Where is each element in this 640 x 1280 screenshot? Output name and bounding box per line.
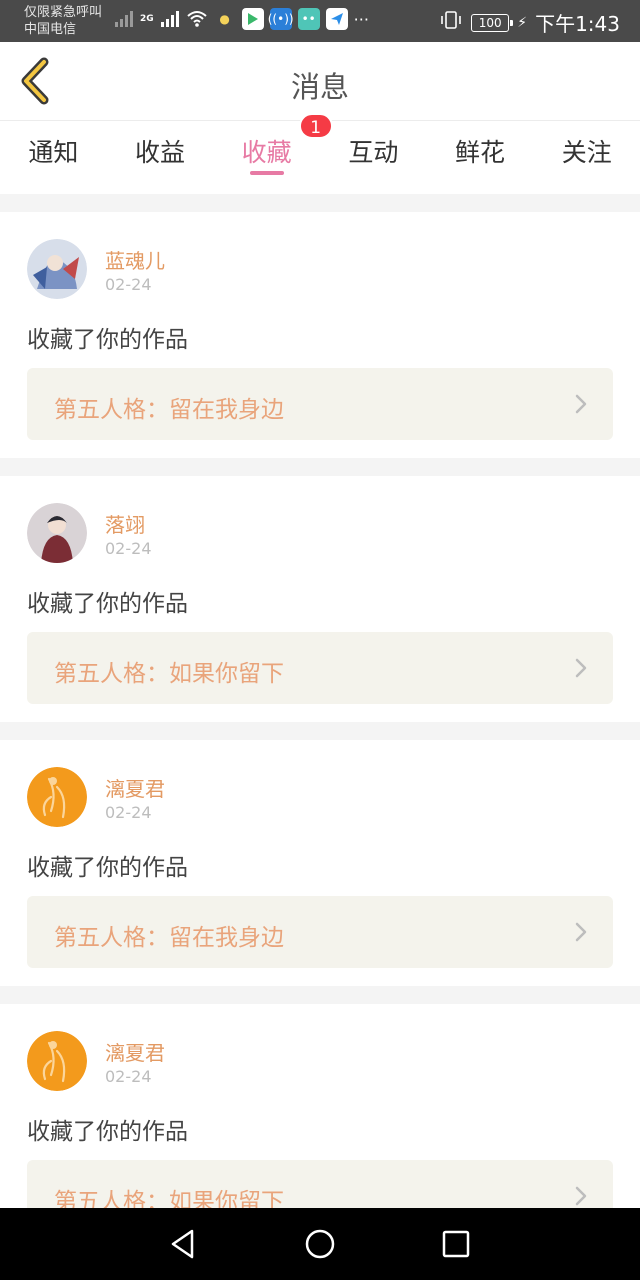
nav-back-button[interactable] (164, 1224, 204, 1264)
avatar[interactable] (27, 503, 87, 563)
emergency-only-text: 仅限紧急呼叫 (24, 5, 103, 20)
chevron-right-icon (575, 658, 587, 678)
active-tab-indicator (249, 171, 284, 175)
avatar[interactable] (27, 767, 87, 827)
username[interactable]: 蓝魂儿 (105, 245, 165, 274)
chevron-right-icon (575, 922, 587, 942)
carrier-info: 仅限紧急呼叫 中国电信 (24, 4, 102, 38)
list-item: 落翊 02-24 收藏了你的作品 第五人格：如果你留下 (0, 476, 640, 722)
wifi-icon (186, 10, 208, 28)
lightbulb-app-icon: ● (219, 12, 230, 26)
action-text: 收藏了你的作品 (27, 591, 188, 617)
list-item: 漓夏君 02-24 收藏了你的作品 第五人格：留在我身边 (0, 740, 640, 986)
avatar[interactable] (27, 239, 87, 299)
tab-label: 收藏 (241, 138, 292, 167)
tab-label: 关注 (561, 138, 612, 167)
chevron-right-icon (575, 394, 587, 414)
play-store-icon (241, 8, 264, 30)
username[interactable]: 漓夏君 (105, 773, 165, 802)
wireless-app-icon: ((•)) (268, 8, 294, 30)
timestamp: 02-24 (105, 1067, 152, 1086)
tab-earnings[interactable]: 收益 (107, 121, 214, 194)
avatar[interactable] (27, 1031, 87, 1091)
chat-app-icon: •• (297, 8, 320, 30)
square-recents-icon (442, 1230, 470, 1258)
action-text: 收藏了你的作品 (27, 1119, 188, 1145)
tab-label: 通知 (28, 138, 79, 167)
carrier-name: 中国电信 (24, 22, 77, 37)
status-bar: 仅限紧急呼叫 中国电信 2G ● ((•)) •• ··· 100 ⚡ 下午1:… (0, 0, 640, 42)
tab-interactions[interactable]: 互动 (320, 121, 427, 194)
action-text: 收藏了你的作品 (27, 855, 188, 881)
chevron-right-icon (575, 1186, 587, 1206)
tab-label: 互动 (348, 138, 399, 167)
message-tabs: 通知 收益 收藏 1 互动 鲜花 关注 (0, 113, 640, 194)
circle-home-icon (305, 1229, 335, 1259)
tab-favorites[interactable]: 收藏 1 (213, 113, 333, 194)
work-link[interactable]: 第五人格：留在我身边 (27, 368, 613, 440)
app-header: 消息 (0, 42, 640, 120)
tab-label: 鲜花 (455, 138, 506, 167)
charging-icon: ⚡ (517, 14, 528, 31)
signal-icon (160, 10, 180, 28)
work-title: 第五人格：如果你留下 (54, 661, 284, 687)
work-title: 第五人格：留在我身边 (54, 397, 284, 423)
username[interactable]: 落翊 (105, 509, 145, 538)
tab-notifications[interactable]: 通知 (0, 121, 107, 194)
more-notifications-icon: ··· (353, 9, 369, 29)
timestamp: 02-24 (105, 803, 152, 822)
username[interactable]: 漓夏君 (105, 1037, 165, 1066)
tab-flowers[interactable]: 鲜花 (427, 121, 534, 194)
tab-label: 收益 (135, 138, 186, 167)
action-text: 收藏了你的作品 (27, 327, 188, 353)
nav-recents-button[interactable] (436, 1224, 476, 1264)
nav-home-button[interactable] (300, 1224, 340, 1264)
system-nav-bar (0, 1208, 640, 1280)
no-signal-icon (114, 10, 134, 28)
triangle-back-icon (171, 1229, 194, 1259)
send-app-icon (325, 8, 348, 30)
work-link[interactable]: 第五人格：留在我身边 (27, 896, 613, 968)
list-item: 蓝魂儿 02-24 收藏了你的作品 第五人格：留在我身边 (0, 212, 640, 458)
notification-icons: 2G ● ((•)) •• ··· (114, 8, 369, 30)
battery-indicator: 100 (471, 13, 514, 32)
system-status: 100 ⚡ 下午1:43 (439, 8, 620, 37)
tab-following[interactable]: 关注 (533, 121, 640, 194)
page-title: 消息 (290, 70, 349, 104)
network-type-label: 2G (140, 14, 154, 24)
timestamp: 02-24 (105, 539, 152, 558)
work-link[interactable]: 第五人格：如果你留下 (27, 632, 613, 704)
vibrate-icon (439, 10, 463, 35)
clock: 下午1:43 (535, 12, 620, 36)
timestamp: 02-24 (105, 275, 152, 294)
work-title: 第五人格：留在我身边 (54, 925, 284, 951)
